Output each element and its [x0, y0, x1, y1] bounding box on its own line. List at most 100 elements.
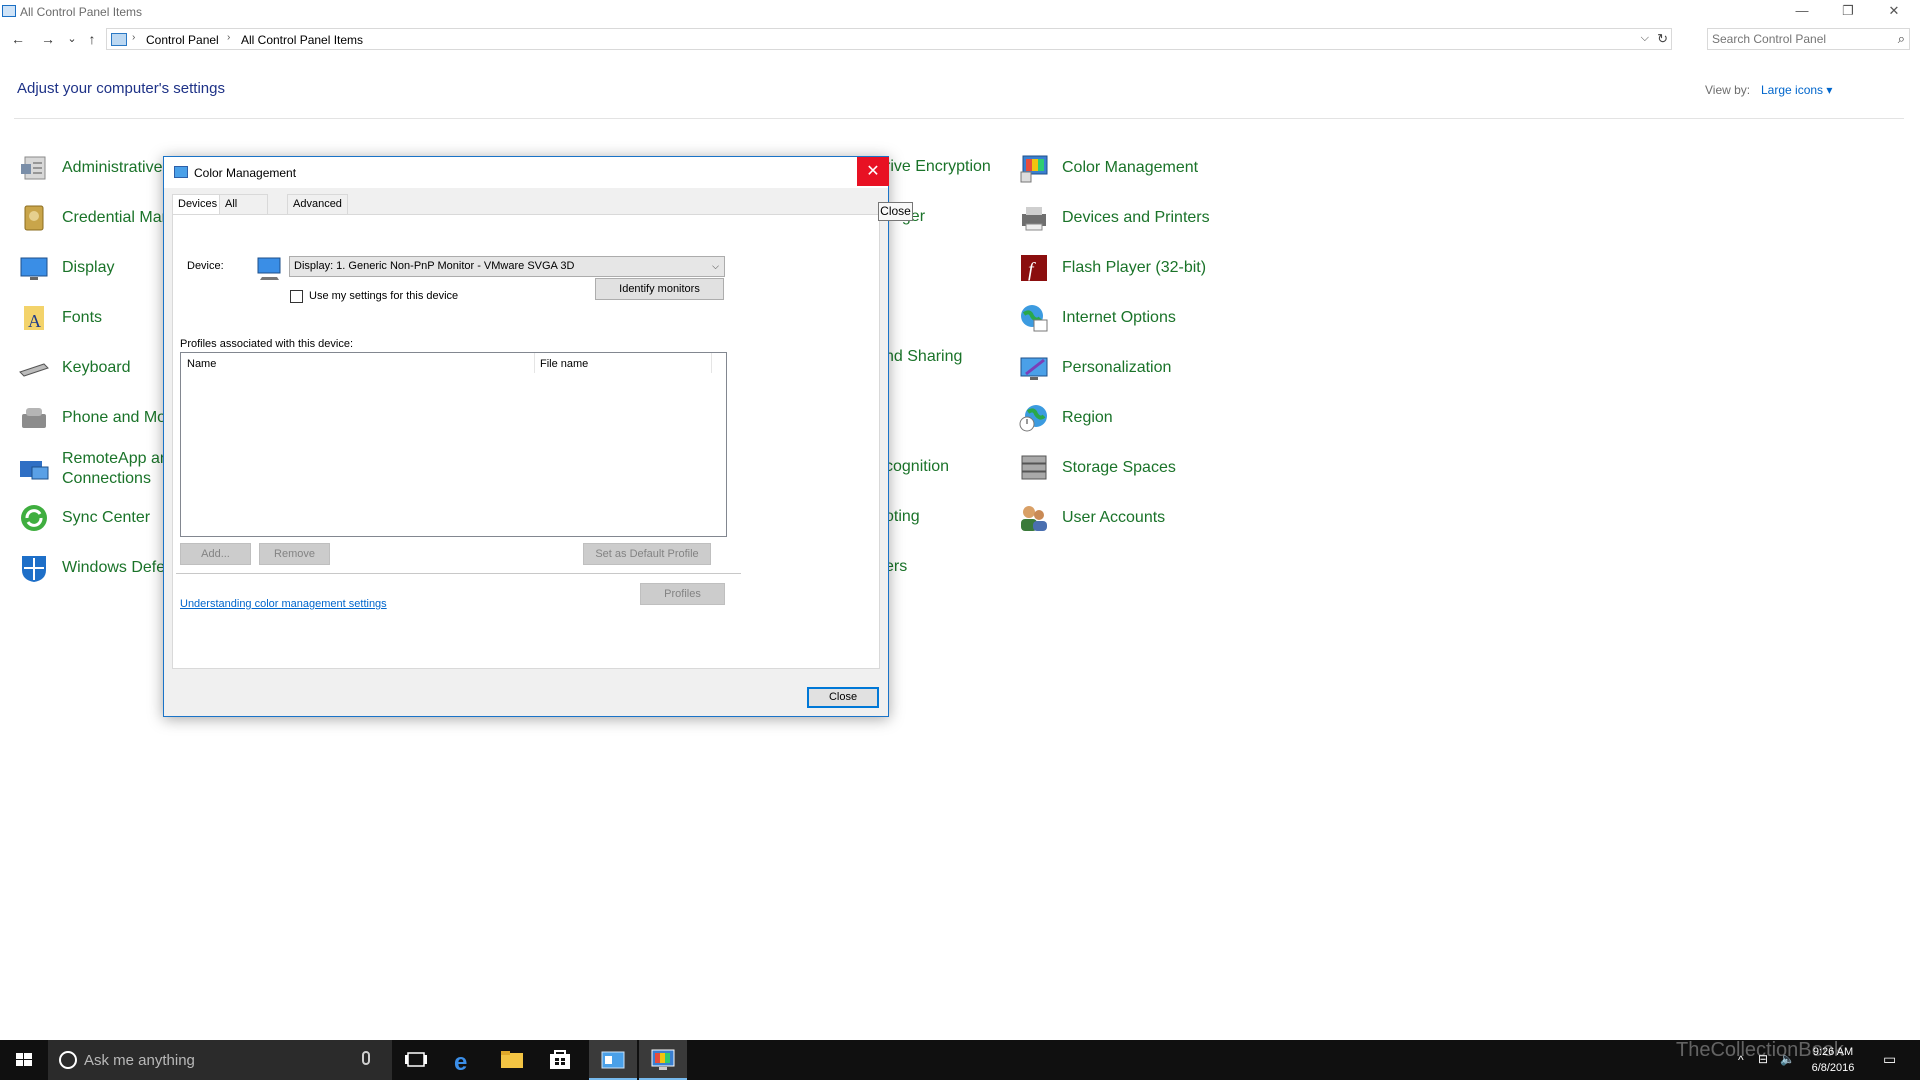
item-fonts[interactable]: A Fonts — [18, 298, 102, 338]
item-personalization[interactable]: Personalization — [1018, 348, 1171, 388]
search-input[interactable] — [1712, 31, 1882, 47]
item-region[interactable]: Region — [1018, 398, 1113, 438]
item-speech-recognition-partial[interactable]: cognition — [885, 458, 949, 476]
add-button[interactable]: Add... — [180, 543, 251, 565]
item-remoteapp[interactable]: RemoteApp an Connections — [18, 448, 169, 490]
tab-advanced[interactable]: Advanced — [287, 194, 348, 215]
task-view-button[interactable] — [392, 1040, 440, 1080]
item-label: Display — [62, 259, 115, 276]
item-label: Internet Options — [1062, 309, 1176, 326]
start-button[interactable] — [0, 1040, 48, 1080]
store-icon — [550, 1050, 570, 1069]
divider — [14, 118, 1904, 119]
item-label: RemoteApp an — [62, 450, 169, 467]
display-icon — [18, 252, 50, 284]
minimize-button[interactable]: — — [1779, 0, 1825, 24]
item-label: Credential Mar — [62, 209, 167, 226]
item-label: Storage Spaces — [1062, 459, 1176, 476]
item-keyboard[interactable]: Keyboard — [18, 348, 131, 388]
item-user-accounts[interactable]: User Accounts — [1018, 498, 1165, 538]
device-select-value: Display: 1. Generic Non-PnP Monitor - VM… — [294, 260, 575, 272]
dialog-close-icon[interactable]: ✕ — [857, 157, 889, 186]
set-default-profile-button[interactable]: Set as Default Profile — [583, 543, 711, 565]
item-label: Color Management — [1062, 159, 1199, 176]
window-close-button[interactable]: ✕ — [1871, 0, 1917, 24]
item-credential-manager[interactable]: Credential Mar — [18, 198, 167, 238]
profiles-button[interactable]: Profiles — [640, 583, 725, 605]
clock-date: 6/8/2016 — [1811, 1062, 1855, 1074]
task-view-icon — [405, 1052, 427, 1067]
item-label: User Accounts — [1062, 509, 1166, 526]
item-internet-options[interactable]: Internet Options — [1018, 298, 1176, 338]
item-windows-defender[interactable]: Windows Defe — [18, 548, 165, 588]
recent-locations-button[interactable]: ⌄ — [62, 27, 82, 51]
action-center-icon[interactable]: ▭ — [1883, 1051, 1896, 1080]
restore-button[interactable]: ❐ — [1825, 0, 1871, 24]
back-button[interactable]: ← — [8, 27, 28, 51]
help-link[interactable]: Understanding color management settings — [180, 598, 387, 610]
item-administrative-tools[interactable]: Administrative — [18, 148, 162, 188]
item-color-management[interactable]: Color Management — [1018, 148, 1198, 188]
use-my-settings-label[interactable]: Use my settings for this device — [309, 290, 458, 302]
item-display[interactable]: Display — [18, 248, 114, 288]
column-header-name[interactable]: Name — [187, 358, 216, 370]
remove-button[interactable]: Remove — [259, 543, 330, 565]
identify-monitors-button[interactable]: Identify monitors — [595, 278, 724, 300]
close-button[interactable]: Close — [807, 687, 879, 708]
color-management-icon — [1018, 152, 1050, 184]
sync-icon — [18, 502, 50, 534]
chevron-down-icon: ⌵ — [712, 261, 719, 271]
profiles-list[interactable]: Name File name — [180, 352, 727, 537]
microphone-icon[interactable] — [362, 1051, 370, 1065]
svg-text:e: e — [454, 1049, 467, 1076]
column-separator[interactable] — [534, 353, 535, 373]
item-label: Fonts — [62, 309, 103, 326]
internet-options-icon — [1018, 302, 1050, 334]
item-flash-player[interactable]: f Flash Player (32-bit) — [1018, 248, 1206, 288]
breadcrumb-all-items[interactable]: All Control Panel Items — [241, 33, 363, 47]
item-label: Flash Player (32-bit) — [1062, 259, 1207, 276]
tab-all-profiles[interactable]: All Profiles — [219, 194, 268, 229]
tab-devices[interactable]: Devices — [172, 194, 224, 216]
up-button[interactable]: ↑ — [82, 27, 102, 51]
refresh-icon[interactable]: ↻ — [1657, 31, 1668, 47]
view-by-dropdown[interactable]: Large icons ▾ — [1761, 83, 1832, 97]
search-box[interactable]: ⌕ — [1707, 28, 1910, 50]
address-dropdown-icon[interactable]: ⌵ — [1641, 32, 1649, 45]
item-network-sharing-partial[interactable]: nd Sharing — [885, 348, 962, 366]
printer-icon — [1018, 202, 1050, 234]
column-separator[interactable] — [711, 353, 712, 373]
profiles-label: Profiles associated with this device: — [180, 338, 354, 350]
personalization-icon — [1018, 352, 1050, 384]
item-bitlocker-partial[interactable]: rive Encryption — [885, 158, 991, 176]
use-my-settings-checkbox[interactable] — [290, 290, 303, 303]
taskbar-file-explorer[interactable] — [488, 1040, 536, 1080]
color-management-icon — [174, 166, 188, 178]
device-select[interactable]: Display: 1. Generic Non-PnP Monitor - VM… — [289, 256, 725, 277]
page-heading: Adjust your computer's settings — [17, 80, 225, 97]
item-devices-and-printers[interactable]: Devices and Printers — [1018, 198, 1210, 238]
cortana-search-box[interactable]: Ask me anything — [48, 1040, 392, 1080]
column-header-file-name[interactable]: File name — [540, 358, 588, 370]
flash-icon: f — [1018, 252, 1050, 284]
edge-icon: e — [454, 1049, 467, 1076]
search-icon[interactable]: ⌕ — [1898, 31, 1905, 47]
item-sync-center[interactable]: Sync Center — [18, 498, 150, 538]
breadcrumb-control-panel[interactable]: Control Panel — [146, 33, 219, 47]
item-label: Devices and Printers — [1062, 209, 1210, 226]
taskbar-control-panel[interactable] — [589, 1040, 637, 1080]
item-phone-and-modem[interactable]: Phone and Mo — [18, 398, 166, 438]
address-box[interactable]: › Control Panel › All Control Panel Item… — [106, 28, 1672, 50]
item-storage-spaces[interactable]: Storage Spaces — [1018, 448, 1176, 488]
dialog-title: Color Management — [194, 166, 297, 180]
forward-button[interactable]: → — [38, 27, 58, 51]
item-troubleshooting-partial[interactable]: oting — [885, 508, 920, 526]
taskbar-edge[interactable]: e — [440, 1040, 488, 1080]
item-label: Region — [1062, 409, 1113, 426]
item-label: Administrative — [62, 159, 163, 176]
item-label-group: RemoteApp an Connections — [62, 449, 169, 489]
taskbar-store[interactable] — [536, 1040, 584, 1080]
taskbar-color-management[interactable] — [639, 1040, 687, 1080]
control-panel-icon — [111, 33, 127, 46]
control-panel-icon — [601, 1051, 625, 1069]
